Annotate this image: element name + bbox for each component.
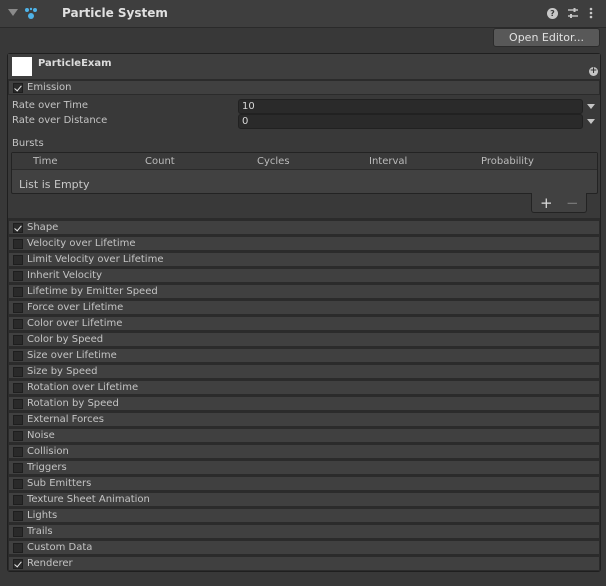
particle-system-name: ParticleExam bbox=[38, 58, 112, 69]
module-label: Lifetime by Emitter Speed bbox=[27, 286, 158, 297]
module-header-trails[interactable]: Trails bbox=[8, 524, 600, 539]
module-header-lights[interactable]: Lights bbox=[8, 508, 600, 523]
bursts-column-probability: Probability bbox=[481, 156, 534, 167]
module-enabled-checkbox[interactable] bbox=[13, 463, 23, 473]
module-enabled-checkbox[interactable] bbox=[13, 495, 23, 505]
module-header-sub-emitters[interactable]: Sub Emitters bbox=[8, 476, 600, 491]
module-enabled-checkbox[interactable] bbox=[13, 511, 23, 521]
module-label: External Forces bbox=[27, 414, 104, 425]
module-label: Force over Lifetime bbox=[27, 302, 124, 313]
module-header-color-by-speed[interactable]: Color by Speed bbox=[8, 332, 600, 347]
bursts-column-cycles: Cycles bbox=[257, 156, 290, 167]
bursts-label: Bursts bbox=[12, 138, 44, 149]
component-title: Particle System bbox=[62, 6, 168, 20]
module-enabled-checkbox[interactable] bbox=[13, 271, 23, 281]
module-label: Triggers bbox=[27, 462, 67, 473]
module-header-rotation-over-lifetime[interactable]: Rotation over Lifetime bbox=[8, 380, 600, 395]
module-header-size-by-speed[interactable]: Size by Speed bbox=[8, 364, 600, 379]
module-enabled-checkbox[interactable] bbox=[13, 431, 23, 441]
module-label: Color over Lifetime bbox=[27, 318, 123, 329]
module-label: Size by Speed bbox=[27, 366, 98, 377]
module-label: Renderer bbox=[27, 558, 73, 569]
module-label: Trails bbox=[27, 526, 53, 537]
bursts-column-count: Count bbox=[145, 156, 175, 167]
bursts-column-interval: Interval bbox=[369, 156, 408, 167]
module-enabled-checkbox[interactable] bbox=[13, 303, 23, 313]
context-menu-icon[interactable] bbox=[584, 6, 598, 20]
bursts-empty-message: List is Empty bbox=[19, 178, 90, 191]
module-enabled-checkbox[interactable] bbox=[13, 335, 23, 345]
module-header-inherit-velocity[interactable]: Inherit Velocity bbox=[8, 268, 600, 283]
module-label: Rotation over Lifetime bbox=[27, 382, 139, 393]
module-label: Emission bbox=[27, 82, 72, 93]
module-enabled-checkbox[interactable] bbox=[13, 287, 23, 297]
module-header-external-forces[interactable]: External Forces bbox=[8, 412, 600, 427]
module-label: Collision bbox=[27, 446, 69, 457]
foldout-arrow-icon[interactable] bbox=[8, 9, 18, 16]
module-label: Custom Data bbox=[27, 542, 93, 553]
module-header-triggers[interactable]: Triggers bbox=[8, 460, 600, 475]
module-header-rotation-by-speed[interactable]: Rotation by Speed bbox=[8, 396, 600, 411]
module-label: Velocity over Lifetime bbox=[27, 238, 136, 249]
module-label: Rotation by Speed bbox=[27, 398, 119, 409]
module-enabled-checkbox[interactable] bbox=[13, 543, 23, 553]
module-header-shape[interactable]: Shape bbox=[8, 220, 600, 235]
module-label: Noise bbox=[27, 430, 55, 441]
module-enabled-checkbox[interactable] bbox=[13, 319, 23, 329]
module-enabled-checkbox[interactable] bbox=[13, 351, 23, 361]
module-label: Color by Speed bbox=[27, 334, 104, 345]
system-color-swatch bbox=[12, 57, 32, 76]
module-header-lifetime-by-emitter-speed[interactable]: Lifetime by Emitter Speed bbox=[8, 284, 600, 299]
rate-over-time-label: Rate over Time bbox=[12, 100, 89, 111]
module-header-renderer[interactable]: Renderer bbox=[8, 556, 600, 571]
module-enabled-checkbox[interactable] bbox=[13, 479, 23, 489]
presets-icon[interactable] bbox=[566, 6, 580, 20]
module-header-limit-velocity-over-lifetime[interactable]: Limit Velocity over Lifetime bbox=[8, 252, 600, 267]
emission-enabled-checkbox[interactable] bbox=[13, 83, 23, 93]
module-label: Lights bbox=[27, 510, 58, 521]
module-header-emission[interactable]: Emission bbox=[8, 80, 600, 95]
open-editor-button[interactable]: Open Editor... bbox=[493, 28, 600, 47]
module-header-noise[interactable]: Noise bbox=[8, 428, 600, 443]
module-label: Texture Sheet Animation bbox=[27, 494, 150, 505]
module-header-custom-data[interactable]: Custom Data bbox=[8, 540, 600, 555]
particle-system-icon bbox=[25, 7, 37, 19]
module-header-velocity-over-lifetime[interactable]: Velocity over Lifetime bbox=[8, 236, 600, 251]
rate-over-distance-field[interactable]: 0 bbox=[238, 114, 583, 129]
rate-over-time-field[interactable]: 10 bbox=[238, 99, 583, 114]
rate-over-distance-dropdown-icon[interactable] bbox=[587, 119, 595, 124]
module-enabled-checkbox[interactable] bbox=[13, 367, 23, 377]
module-label: Shape bbox=[27, 222, 59, 233]
module-header-force-over-lifetime[interactable]: Force over Lifetime bbox=[8, 300, 600, 315]
rate-over-time-dropdown-icon[interactable] bbox=[587, 104, 595, 109]
module-label: Inherit Velocity bbox=[27, 270, 102, 281]
module-label: Limit Velocity over Lifetime bbox=[27, 254, 164, 265]
module-enabled-checkbox[interactable] bbox=[13, 559, 23, 569]
module-header-texture-sheet-animation[interactable]: Texture Sheet Animation bbox=[8, 492, 600, 507]
module-enabled-checkbox[interactable] bbox=[13, 239, 23, 249]
remove-burst-button[interactable]: − bbox=[566, 194, 579, 212]
module-label: Sub Emitters bbox=[27, 478, 92, 489]
module-header-collision[interactable]: Collision bbox=[8, 444, 600, 459]
add-burst-button[interactable]: + bbox=[540, 194, 553, 212]
module-enabled-checkbox[interactable] bbox=[13, 383, 23, 393]
rate-over-distance-label: Rate over Distance bbox=[12, 115, 108, 126]
module-enabled-checkbox[interactable] bbox=[13, 447, 23, 457]
module-enabled-checkbox[interactable] bbox=[13, 415, 23, 425]
module-enabled-checkbox[interactable] bbox=[13, 527, 23, 537]
add-module-icon[interactable]: + bbox=[589, 67, 598, 76]
module-enabled-checkbox[interactable] bbox=[13, 399, 23, 409]
module-enabled-checkbox[interactable] bbox=[13, 223, 23, 233]
module-enabled-checkbox[interactable] bbox=[13, 255, 23, 265]
bursts-column-time: Time bbox=[33, 156, 58, 167]
module-header-size-over-lifetime[interactable]: Size over Lifetime bbox=[8, 348, 600, 363]
help-icon[interactable]: ? bbox=[547, 8, 558, 19]
module-header-color-over-lifetime[interactable]: Color over Lifetime bbox=[8, 316, 600, 331]
module-label: Size over Lifetime bbox=[27, 350, 117, 361]
